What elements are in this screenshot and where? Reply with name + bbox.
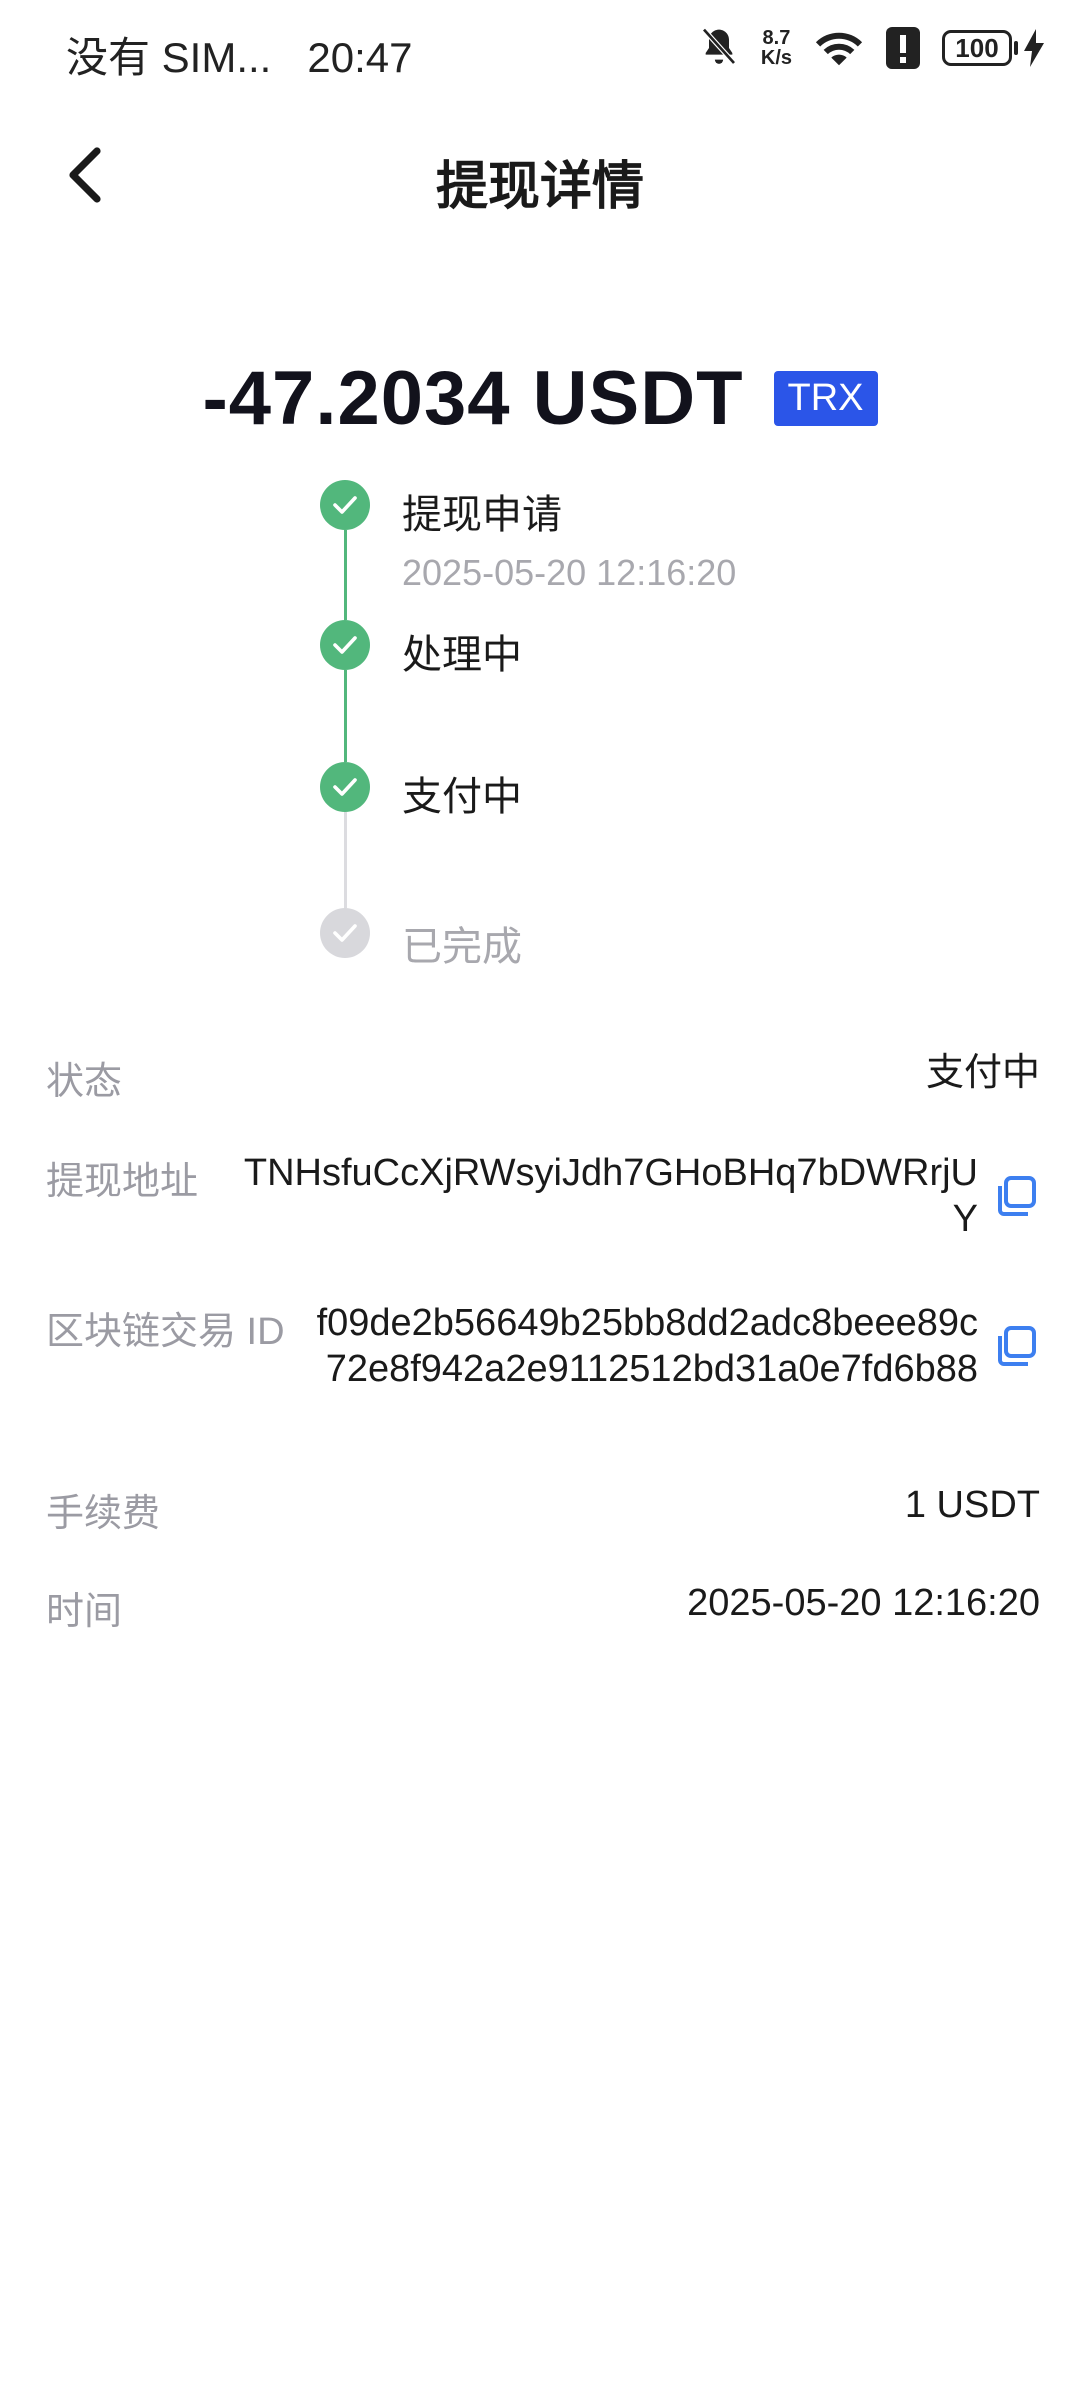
- step-label: 处理中: [402, 633, 522, 677]
- step-label: 已完成: [402, 925, 522, 969]
- txid-label: 区块链交易 ID: [46, 1311, 285, 1353]
- charging-icon: [1024, 29, 1044, 67]
- detail-row-address: 提现地址 TNHsfuCcXjRWsyiJdh7GHoBHq7bDWRrjUY: [46, 1150, 1040, 1242]
- txid-value: f09de2b56649b25bb8dd2adc8beee89c72e8f942…: [316, 1302, 978, 1390]
- copy-icon[interactable]: [992, 1322, 1040, 1370]
- check-circle-icon: [320, 908, 370, 958]
- step-label: 支付中: [402, 775, 522, 819]
- status-left: 没有 SIM... 20:47: [66, 24, 412, 85]
- chain-badge: TRX: [773, 371, 878, 426]
- copy-icon[interactable]: [992, 1172, 1040, 1220]
- page-header: 提现详情: [0, 100, 1080, 250]
- speed-value: 8.7: [762, 27, 791, 49]
- detail-row-fee: 手续费 1 USDT: [46, 1482, 1040, 1537]
- detail-row-time: 时间 2025-05-20 12:16:20: [46, 1580, 1040, 1635]
- speed-unit: K/s: [760, 47, 792, 69]
- battery-level: 100: [942, 30, 1012, 66]
- timeline-connector: [344, 812, 347, 908]
- amount-section: -47.2034 USDT TRX: [0, 355, 1080, 442]
- carrier-text: 没有 SIM...: [66, 34, 272, 81]
- detail-row-status: 状态 支付中: [46, 1050, 1040, 1105]
- check-circle-icon: [320, 620, 370, 670]
- network-speed: 8.7 K/s: [761, 28, 792, 68]
- check-circle-icon: [320, 480, 370, 530]
- alert-icon: [886, 27, 920, 69]
- step-time: 2025-05-20 12:16:20: [402, 552, 737, 593]
- clock: 20:47: [307, 34, 413, 81]
- battery-indicator: 100: [942, 29, 1044, 67]
- status-right: 8.7 K/s 100: [699, 26, 1044, 70]
- page-title: 提现详情: [435, 158, 644, 216]
- fee-value: 1 USDT: [904, 1484, 1040, 1526]
- check-circle-icon: [320, 762, 370, 812]
- timeline-connector: [344, 530, 347, 620]
- status-bar: 没有 SIM... 20:47 8.7 K/s 100: [0, 0, 1080, 100]
- bell-off-icon: [702, 27, 736, 65]
- status-value: 支付中: [925, 1052, 1040, 1094]
- battery-tip: [1014, 41, 1018, 55]
- status-label: 状态: [46, 1061, 123, 1103]
- fee-label: 手续费: [46, 1493, 161, 1535]
- address-label: 提现地址: [46, 1161, 199, 1203]
- step-label: 提现申请: [402, 493, 562, 537]
- time-value: 2025-05-20 12:16:20: [687, 1582, 1040, 1624]
- detail-row-txid: 区块链交易 ID f09de2b56649b25bb8dd2adc8beee89…: [46, 1300, 1040, 1392]
- time-label: 时间: [46, 1591, 123, 1633]
- address-value: TNHsfuCcXjRWsyiJdh7GHoBHq7bDWRrjUY: [243, 1152, 978, 1240]
- wifi-icon: [815, 32, 863, 66]
- withdraw-amount: -47.2034 USDT: [202, 356, 744, 441]
- timeline-connector: [344, 670, 347, 762]
